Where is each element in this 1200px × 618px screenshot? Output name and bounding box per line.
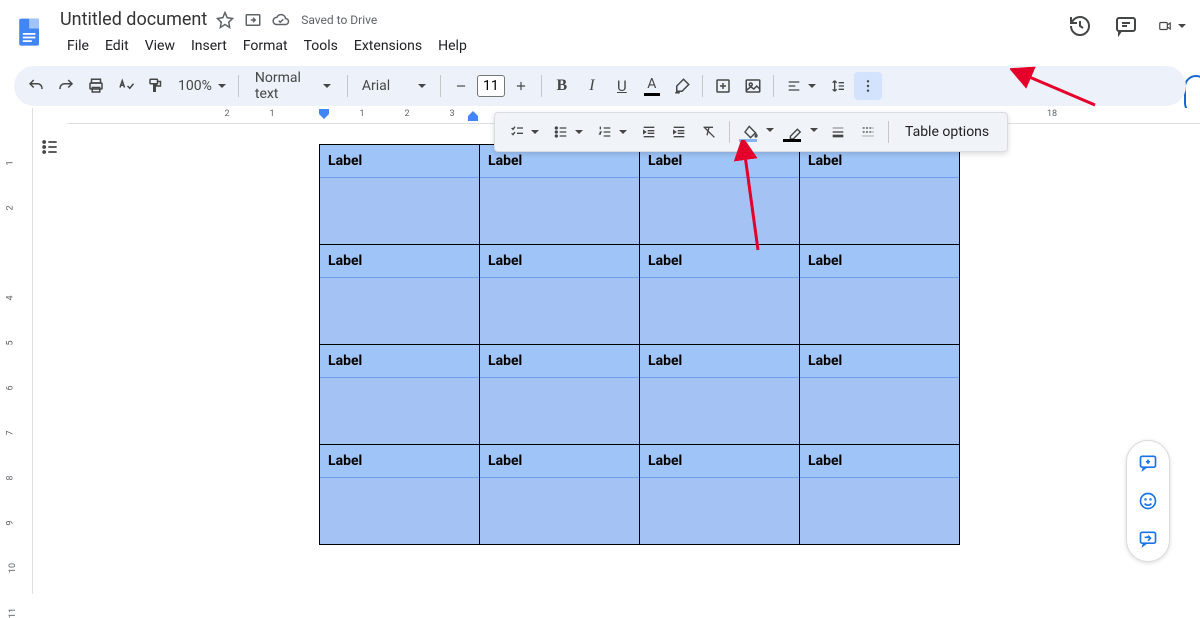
- insert-image-button[interactable]: [739, 72, 767, 100]
- caret-down-icon: [323, 84, 331, 88]
- side-float-panel: [1126, 440, 1170, 562]
- toolbar-primary: 100% Normal text Arial B I U A: [14, 66, 1186, 106]
- line-spacing-selector[interactable]: [824, 72, 852, 100]
- star-icon[interactable]: [215, 10, 235, 30]
- indent-marker-right[interactable]: [467, 108, 479, 122]
- add-comment-icon[interactable]: [1136, 451, 1160, 475]
- spellcheck-button[interactable]: [112, 72, 140, 100]
- table-cell[interactable]: Label: [320, 345, 480, 445]
- comments-icon[interactable]: [1112, 12, 1140, 40]
- border-color-button[interactable]: [780, 118, 812, 146]
- table-options-button[interactable]: Table options: [895, 124, 999, 140]
- table-cell[interactable]: Label: [800, 345, 960, 445]
- cloud-saved-icon[interactable]: [271, 10, 291, 30]
- underline-button[interactable]: U: [608, 72, 636, 100]
- separator: [440, 75, 441, 97]
- docs-logo[interactable]: [10, 8, 50, 58]
- fontsize-input[interactable]: [477, 75, 505, 97]
- table-cell[interactable]: Label: [320, 145, 480, 245]
- meet-icon[interactable]: [1158, 12, 1186, 40]
- indent-marker-left[interactable]: [318, 108, 330, 122]
- caret-down-icon: [218, 84, 226, 88]
- table-cell[interactable]: Label: [640, 245, 800, 345]
- decrease-fontsize-button[interactable]: [447, 72, 475, 100]
- menu-format[interactable]: Format: [236, 34, 295, 58]
- table-cell[interactable]: Label: [480, 145, 640, 245]
- document-area[interactable]: Label Label Label Label Label Label Labe…: [67, 124, 1200, 594]
- table-cell[interactable]: Label: [320, 245, 480, 345]
- separator: [729, 121, 730, 143]
- table-cell[interactable]: Label: [800, 245, 960, 345]
- clear-format-button[interactable]: [695, 118, 723, 146]
- menu-tools[interactable]: Tools: [297, 34, 345, 58]
- emoji-icon[interactable]: [1136, 489, 1160, 513]
- table-cell[interactable]: Label: [640, 145, 800, 245]
- numbered-list-button[interactable]: [591, 118, 633, 146]
- caret-down-icon: [808, 84, 816, 88]
- caret-down-icon: [418, 84, 426, 88]
- border-dash-button[interactable]: [854, 118, 882, 146]
- table-cell[interactable]: Label: [800, 445, 960, 545]
- undo-button[interactable]: [22, 72, 50, 100]
- insert-link-button[interactable]: [709, 72, 737, 100]
- table-cell[interactable]: Label: [320, 445, 480, 545]
- paint-format-button[interactable]: [142, 72, 170, 100]
- outline-button[interactable]: [36, 133, 64, 161]
- table-cell[interactable]: Label: [480, 445, 640, 545]
- menu-edit[interactable]: Edit: [98, 34, 136, 58]
- table-cell[interactable]: Label: [640, 345, 800, 445]
- document-table[interactable]: Label Label Label Label Label Label Labe…: [319, 144, 960, 545]
- style-selector[interactable]: Normal text: [245, 72, 341, 100]
- font-selector[interactable]: Arial: [354, 72, 434, 100]
- menu-help[interactable]: Help: [431, 34, 474, 58]
- align-selector[interactable]: [780, 72, 822, 100]
- caret-down-icon: [1178, 24, 1186, 28]
- menu-insert[interactable]: Insert: [184, 34, 234, 58]
- move-icon[interactable]: [243, 10, 263, 30]
- table-cell[interactable]: Label: [480, 245, 640, 345]
- bold-button[interactable]: B: [548, 72, 576, 100]
- separator: [238, 75, 239, 97]
- separator: [347, 75, 348, 97]
- increase-indent-button[interactable]: [665, 118, 693, 146]
- menubar: File Edit View Insert Format Tools Exten…: [60, 32, 1056, 58]
- separator: [773, 75, 774, 97]
- checklist-button[interactable]: [503, 118, 545, 146]
- menu-view[interactable]: View: [138, 34, 182, 58]
- text-color-button[interactable]: A: [638, 72, 666, 100]
- zoom-selector[interactable]: 100%: [172, 72, 232, 100]
- doc-title[interactable]: Untitled document: [60, 9, 207, 30]
- separator: [541, 75, 542, 97]
- decrease-indent-button[interactable]: [635, 118, 663, 146]
- table-cell[interactable]: Label: [800, 145, 960, 245]
- toolbar-secondary: Table options: [494, 112, 1008, 152]
- highlight-button[interactable]: [668, 72, 696, 100]
- bulleted-list-button[interactable]: [547, 118, 589, 146]
- saved-status: Saved to Drive: [299, 13, 377, 27]
- italic-button[interactable]: I: [578, 72, 606, 100]
- menu-file[interactable]: File: [60, 34, 96, 58]
- table-cell[interactable]: Label: [480, 345, 640, 445]
- more-button[interactable]: [854, 72, 882, 100]
- table-cell[interactable]: Label: [640, 445, 800, 545]
- border-width-button[interactable]: [824, 118, 852, 146]
- suggest-icon[interactable]: [1136, 527, 1160, 551]
- increase-fontsize-button[interactable]: [507, 72, 535, 100]
- vertical-ruler[interactable]: 1 2 4 5 6 7 8 9 10 11: [0, 108, 33, 594]
- separator: [702, 75, 703, 97]
- cell-background-button[interactable]: [736, 118, 768, 146]
- print-button[interactable]: [82, 72, 110, 100]
- redo-button[interactable]: [52, 72, 80, 100]
- history-icon[interactable]: [1066, 12, 1094, 40]
- separator: [888, 121, 889, 143]
- menu-extensions[interactable]: Extensions: [347, 34, 429, 58]
